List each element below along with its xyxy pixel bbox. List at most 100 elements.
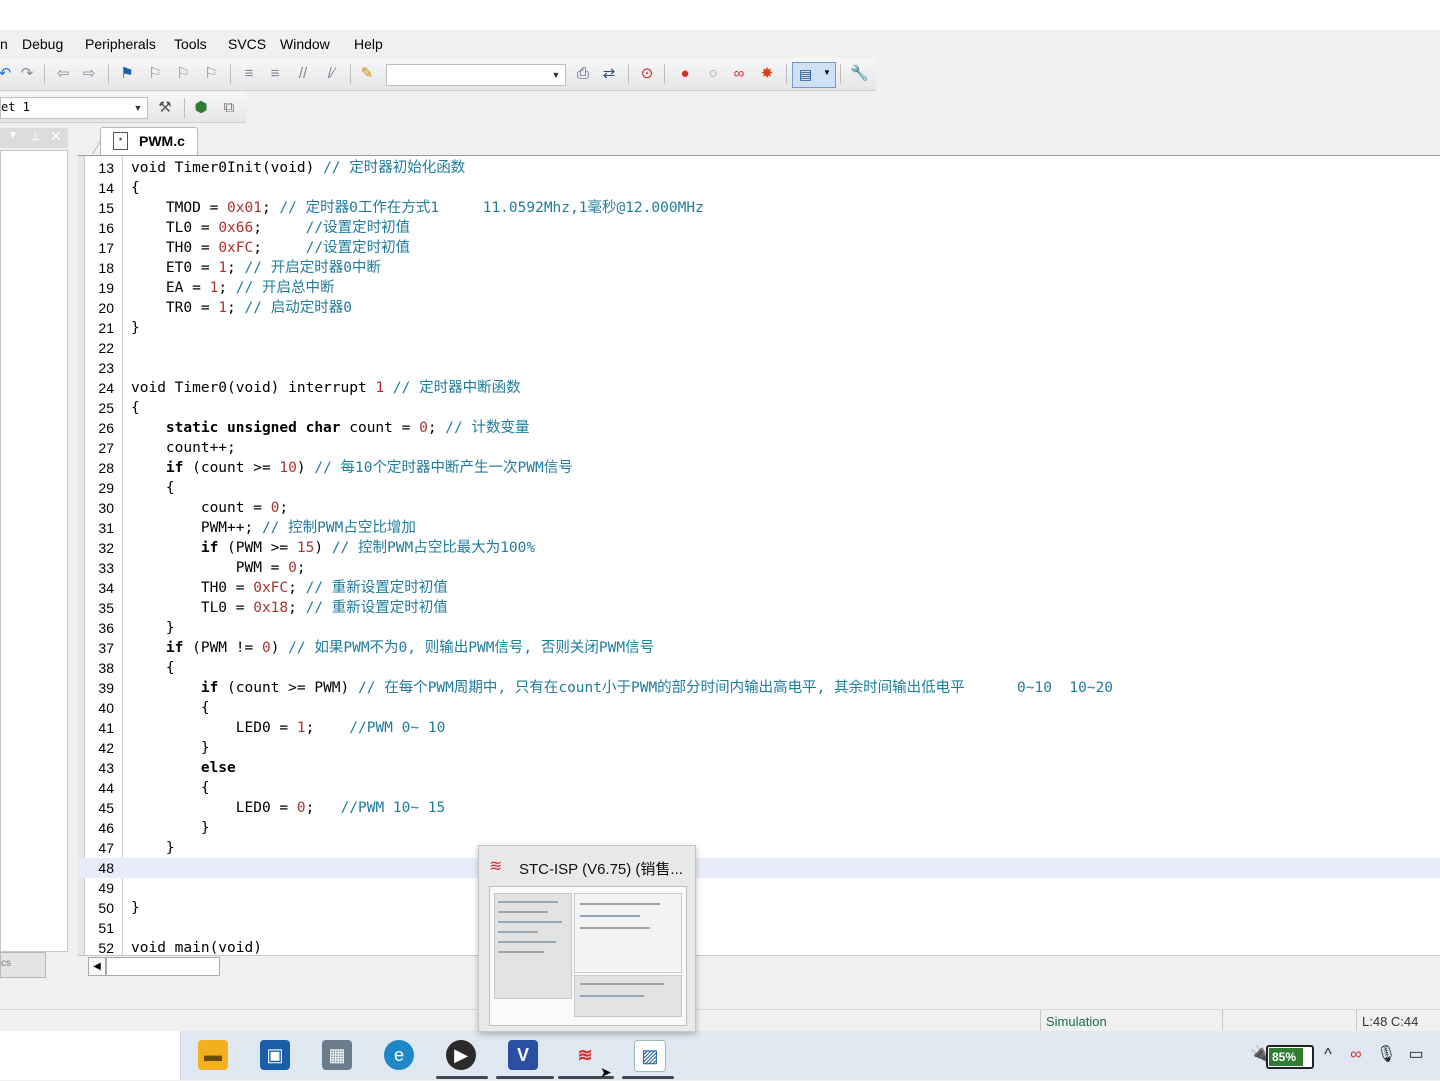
menu-peripherals[interactable]: Peripherals xyxy=(85,36,156,52)
taskbar-search-box[interactable] xyxy=(0,1031,181,1080)
taskbar-preview-stc-isp[interactable]: ≋ STC-ISP (V6.75) (销售... xyxy=(478,845,696,1032)
code-line[interactable]: 39 if (count >= PWM) // 在每个PWM周期中, 只有在co… xyxy=(78,678,1440,698)
find-combo[interactable]: ▼ xyxy=(386,64,566,86)
breakpoint-kill-icon[interactable]: ∞ xyxy=(730,65,748,83)
image-viewer-icon[interactable]: ▨ xyxy=(634,1040,666,1072)
horizontal-scrollbar[interactable]: ◀ xyxy=(78,955,1440,976)
code-line[interactable]: 22 xyxy=(78,338,1440,358)
code-line[interactable]: 38 { xyxy=(78,658,1440,678)
code-line[interactable]: 14 { xyxy=(78,178,1440,198)
code-line[interactable]: 26 static unsigned char count = 0; // 计数… xyxy=(78,418,1440,438)
menu-window[interactable]: Window xyxy=(280,36,330,52)
configure-icon[interactable]: 🔧 xyxy=(850,65,869,83)
photos-icon[interactable]: ▣ xyxy=(260,1040,290,1070)
menu-help[interactable]: Help xyxy=(354,36,383,52)
bookmark-prev-icon[interactable]: ⚐ xyxy=(146,65,164,83)
media-player-icon[interactable]: ▶ xyxy=(446,1040,476,1070)
indent-icon[interactable]: ≡ xyxy=(240,65,258,83)
calculator-icon[interactable]: ▦ xyxy=(322,1040,352,1070)
code-line[interactable]: 37 if (PWM != 0) // 如果PWM不为0, 则输出PWM信号, … xyxy=(78,638,1440,658)
window-layout-button[interactable]: ▤ ▼ xyxy=(792,62,836,88)
bookmark-next-icon[interactable]: ⚐ xyxy=(174,65,192,83)
code-line[interactable]: 27 count++; xyxy=(78,438,1440,458)
code-line[interactable]: 24 void Timer0(void) interrupt 1 // 定时器中断… xyxy=(78,378,1440,398)
nav-back-icon[interactable]: ⇦ xyxy=(54,65,72,83)
breakpoint-clear-icon[interactable]: ✸ xyxy=(758,65,776,83)
bookmark-clear-icon[interactable]: ⚐ xyxy=(202,65,220,83)
preview-thumbnail[interactable] xyxy=(489,886,687,1026)
close-icon[interactable]: ✕ xyxy=(50,128,62,145)
edge-browser-icon[interactable]: e xyxy=(384,1040,414,1070)
select-packs-icon[interactable]: ⧉ xyxy=(220,99,238,117)
code-line[interactable]: 46 } xyxy=(78,818,1440,838)
manage-components-icon[interactable]: ⬢ xyxy=(192,99,210,117)
code-line[interactable]: 34 TH0 = 0xFC; // 重新设置定时初值 xyxy=(78,578,1440,598)
code-line[interactable]: 30 count = 0; xyxy=(78,498,1440,518)
code-line[interactable]: 21} xyxy=(78,318,1440,338)
find-in-files-icon[interactable]: ✎ xyxy=(358,65,376,83)
code-line[interactable]: 44 { xyxy=(78,778,1440,798)
code-line[interactable]: 33 PWM = 0; xyxy=(78,558,1440,578)
comment-icon[interactable]: // xyxy=(294,65,312,83)
replace-icon[interactable]: ⇄ xyxy=(600,65,618,83)
uncomment-icon[interactable]: /∕ xyxy=(322,65,340,83)
code-line[interactable]: 42 } xyxy=(78,738,1440,758)
code-line[interactable]: 48 xyxy=(78,858,1440,878)
code-line[interactable]: 45 LED0 = 0; //PWM 10~ 15 xyxy=(78,798,1440,818)
menu-partial[interactable]: n xyxy=(0,36,8,52)
breakpoint-insert-icon[interactable]: ● xyxy=(676,65,694,83)
project-panel-tab[interactable]: cs xyxy=(0,952,46,978)
code-line[interactable]: 32 if (PWM >= 15) // 控制PWM占空比最大为100% xyxy=(78,538,1440,558)
stc-tray-icon[interactable]: ∞ xyxy=(1346,1044,1366,1066)
bookmark-icon[interactable]: ⚑ xyxy=(118,65,136,83)
nav-forward-icon[interactable]: ⇨ xyxy=(80,65,98,83)
undo-icon[interactable]: ↶ xyxy=(0,65,14,83)
stc-isp-icon[interactable]: ≋ xyxy=(570,1040,600,1070)
debug-start-icon[interactable]: ⊙ xyxy=(638,65,656,83)
code-line[interactable]: 25 { xyxy=(78,398,1440,418)
scroll-left-icon[interactable]: ◀ xyxy=(88,957,106,976)
pin-icon[interactable]: ⊥ xyxy=(30,129,40,143)
menu-svcs[interactable]: SVCS xyxy=(228,36,266,52)
network-icon[interactable]: ▭ xyxy=(1406,1044,1426,1066)
project-tree[interactable] xyxy=(0,150,68,952)
file-explorer-icon[interactable]: ▬ xyxy=(198,1040,228,1070)
menu-debug[interactable]: Debug xyxy=(22,36,63,52)
redo-icon[interactable]: ↷ xyxy=(18,65,36,83)
target-options-icon[interactable]: ⚒ xyxy=(156,99,174,117)
menu-tools[interactable]: Tools xyxy=(174,36,207,52)
target-select[interactable]: et 1 ▼ xyxy=(0,97,148,119)
chevron-down-icon[interactable]: ▼ xyxy=(131,98,145,118)
code-line[interactable]: 15 TMOD = 0x01; // 定时器0工作在方式1 11.0592Mhz… xyxy=(78,198,1440,218)
unindent-icon[interactable]: ≡ xyxy=(266,65,284,83)
battery-indicator[interactable]: 85% xyxy=(1266,1045,1314,1069)
code-line[interactable]: 36 } xyxy=(78,618,1440,638)
code-line[interactable]: 35 TL0 = 0x18; // 重新设置定时初值 xyxy=(78,598,1440,618)
code-line[interactable]: 23 xyxy=(78,358,1440,378)
code-line[interactable]: 31 PWM++; // 控制PWM占空比增加 xyxy=(78,518,1440,538)
breakpoint-disable-icon[interactable]: ○ xyxy=(704,65,722,83)
code-line[interactable]: 18 ET0 = 1; // 开启定时器0中断 xyxy=(78,258,1440,278)
code-line[interactable]: 51 xyxy=(78,918,1440,938)
code-line[interactable]: 52 void main(void) xyxy=(78,938,1440,956)
code-line[interactable]: 19 EA = 1; // 开启总中断 xyxy=(78,278,1440,298)
chevron-up-icon[interactable]: ^ xyxy=(1318,1044,1338,1066)
find-icon[interactable]: ⎙ xyxy=(574,65,592,83)
scrollbar-thumb[interactable] xyxy=(106,957,220,976)
keil-uvision-icon[interactable]: V xyxy=(508,1040,538,1070)
code-line[interactable]: 29 { xyxy=(78,478,1440,498)
code-line[interactable]: 41 LED0 = 1; //PWM 0~ 10 xyxy=(78,718,1440,738)
code-line[interactable]: 17 TH0 = 0xFC; //设置定时初值 xyxy=(78,238,1440,258)
code-line[interactable]: 50} xyxy=(78,898,1440,918)
microphone-icon[interactable]: 🎙 xyxy=(1376,1044,1396,1066)
code-editor[interactable]: 13 void Timer0Init(void) // 定时器初始化函数 14{15… xyxy=(78,155,1440,956)
code-line[interactable]: 13 void Timer0Init(void) // 定时器初始化函数 xyxy=(78,158,1440,178)
code-line[interactable]: 40 { xyxy=(78,698,1440,718)
code-line[interactable]: 28 if (count >= 10) // 每10个定时器中断产生一次PWM信… xyxy=(78,458,1440,478)
code-line[interactable]: 43 else xyxy=(78,758,1440,778)
code-line[interactable]: 16 TL0 = 0x66; //设置定时初值 xyxy=(78,218,1440,238)
code-line[interactable]: 47 } xyxy=(78,838,1440,858)
chevron-down-icon[interactable]: ▼ xyxy=(8,130,18,141)
chevron-down-icon[interactable]: ▼ xyxy=(549,65,563,85)
code-line[interactable]: 49 xyxy=(78,878,1440,898)
